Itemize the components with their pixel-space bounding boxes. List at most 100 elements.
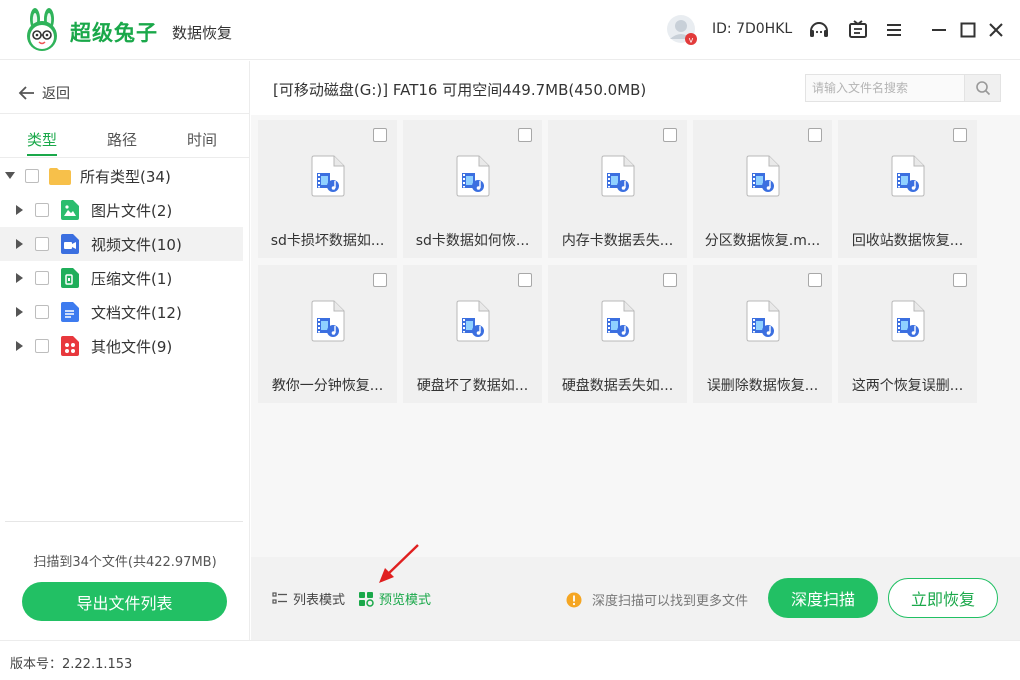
search-input[interactable] <box>806 75 964 101</box>
sidebar-tabs: 类型 路径 时间 <box>0 121 250 157</box>
caret-right-icon[interactable] <box>15 272 25 284</box>
back-label: 返回 <box>42 86 70 102</box>
close-icon[interactable] <box>983 17 1009 43</box>
tab-time[interactable]: 时间 <box>172 129 232 150</box>
maximize-icon[interactable] <box>955 17 981 43</box>
file-card[interactable]: sd卡损坏数据如... <box>258 120 397 258</box>
tree-item-label: 所有类型(34) <box>80 167 171 186</box>
checkbox[interactable] <box>35 237 49 251</box>
deep-scan-hint: 深度扫描可以找到更多文件 <box>566 590 748 609</box>
tab-path[interactable]: 路径 <box>92 129 152 150</box>
tree-item-all-types[interactable]: 所有类型(34) <box>0 159 243 193</box>
tree-item-documents[interactable]: 文档文件(12) <box>0 295 243 329</box>
tab-type[interactable]: 类型 <box>12 129 72 150</box>
video-file-icon <box>601 155 635 197</box>
video-file-icon <box>601 300 635 342</box>
main-header: [可移动磁盘(G:)] FAT16 可用空间449.7MB(450.0MB) <box>251 61 1020 115</box>
zip-file-icon <box>61 268 79 288</box>
file-name: 这两个恢复误删... <box>851 378 964 394</box>
preview-mode-button[interactable]: 预览模式 <box>358 589 431 608</box>
video-file-icon <box>456 300 490 342</box>
tree-item-label: 图片文件(2) <box>91 201 173 220</box>
tree-item-images[interactable]: 图片文件(2) <box>0 193 243 227</box>
video-file-icon <box>311 155 345 197</box>
caret-down-icon[interactable] <box>5 170 15 182</box>
menu-icon[interactable] <box>881 17 907 43</box>
headset-icon[interactable] <box>806 17 832 43</box>
search-box <box>805 74 1001 102</box>
file-card[interactable]: 硬盘数据丢失如... <box>548 265 687 403</box>
divider <box>0 113 250 114</box>
tree-item-label: 视频文件(10) <box>91 235 182 254</box>
file-card[interactable]: 误删除数据恢复... <box>693 265 832 403</box>
recover-now-button[interactable]: 立即恢复 <box>888 578 998 618</box>
file-name: 硬盘坏了数据如... <box>416 378 529 394</box>
list-mode-button[interactable]: 列表模式 <box>272 589 345 608</box>
rabbit-logo-icon <box>27 8 57 51</box>
scan-summary: 扫描到34个文件(共422.97MB) <box>33 555 217 570</box>
caret-right-icon[interactable] <box>15 238 25 250</box>
export-file-list-button[interactable]: 导出文件列表 <box>22 582 227 621</box>
folder-icon <box>49 168 71 185</box>
disk-info: [可移动磁盘(G:)] FAT16 可用空间449.7MB(450.0MB) <box>273 81 647 99</box>
file-card[interactable]: 教你一分钟恢复... <box>258 265 397 403</box>
file-checkbox[interactable] <box>953 273 967 287</box>
file-card[interactable]: sd卡数据如何恢... <box>403 120 542 258</box>
file-card[interactable]: 回收站数据恢复... <box>838 120 977 258</box>
tab-active-indicator <box>27 154 57 156</box>
file-checkbox[interactable] <box>808 273 822 287</box>
video-file-icon <box>891 300 925 342</box>
tree-item-label: 其他文件(9) <box>91 337 173 356</box>
tree-item-others[interactable]: 其他文件(9) <box>0 329 243 363</box>
tree-item-label: 文档文件(12) <box>91 303 182 322</box>
file-checkbox[interactable] <box>663 128 677 142</box>
image-file-icon <box>61 200 79 220</box>
user-id: ID: 7D0HKL <box>712 21 793 37</box>
list-mode-label: 列表模式 <box>293 593 346 608</box>
file-checkbox[interactable] <box>953 128 967 142</box>
status-bar: 版本号：2.22.1.153 <box>0 640 1020 680</box>
file-checkbox[interactable] <box>518 128 532 142</box>
file-card[interactable]: 内存卡数据丢失... <box>548 120 687 258</box>
minimize-icon[interactable] <box>926 17 952 43</box>
search-button[interactable] <box>964 75 1000 101</box>
file-name: 误删除数据恢复... <box>706 378 819 394</box>
caret-right-icon[interactable] <box>15 204 25 216</box>
hint-text: 深度扫描可以找到更多文件 <box>592 594 749 609</box>
back-button[interactable]: 返回 <box>18 81 70 105</box>
video-file-icon <box>746 300 780 342</box>
file-card[interactable]: 这两个恢复误删... <box>838 265 977 403</box>
file-card[interactable]: 分区数据恢复.m... <box>693 120 832 258</box>
file-name: 教你一分钟恢复... <box>271 378 384 394</box>
bottom-bar: 列表模式 预览模式 深度扫描可以找到更多文件 深度扫描 立即恢复 <box>251 557 1020 640</box>
file-checkbox[interactable] <box>808 128 822 142</box>
checkbox[interactable] <box>35 271 49 285</box>
preview-mode-label: 预览模式 <box>379 593 432 608</box>
brand-subtitle: 数据恢复 <box>172 24 233 42</box>
checkbox[interactable] <box>35 339 49 353</box>
file-checkbox[interactable] <box>518 273 532 287</box>
caret-right-icon[interactable] <box>15 340 25 352</box>
search-icon <box>975 81 990 96</box>
tree-item-archives[interactable]: 压缩文件(1) <box>0 261 243 295</box>
caret-right-icon[interactable] <box>15 306 25 318</box>
file-card[interactable]: 硬盘坏了数据如... <box>403 265 542 403</box>
checkbox[interactable] <box>25 169 39 183</box>
divider <box>5 521 243 522</box>
version-label: 版本号：2.22.1.153 <box>10 657 133 672</box>
video-file-icon <box>456 155 490 197</box>
tree-item-label: 压缩文件(1) <box>91 269 173 288</box>
checkbox[interactable] <box>35 305 49 319</box>
svg-text:v: v <box>689 36 694 45</box>
share-icon[interactable] <box>845 17 871 43</box>
file-name: sd卡数据如何恢... <box>415 233 530 249</box>
file-checkbox[interactable] <box>663 273 677 287</box>
file-checkbox[interactable] <box>373 128 387 142</box>
checkbox[interactable] <box>35 203 49 217</box>
deep-scan-button[interactable]: 深度扫描 <box>768 578 878 618</box>
video-file-icon <box>891 155 925 197</box>
avatar[interactable]: v <box>666 14 698 46</box>
file-checkbox[interactable] <box>373 273 387 287</box>
tree-item-videos[interactable]: 视频文件(10) <box>0 227 243 261</box>
brand-name: 超级兔子 <box>70 21 158 45</box>
